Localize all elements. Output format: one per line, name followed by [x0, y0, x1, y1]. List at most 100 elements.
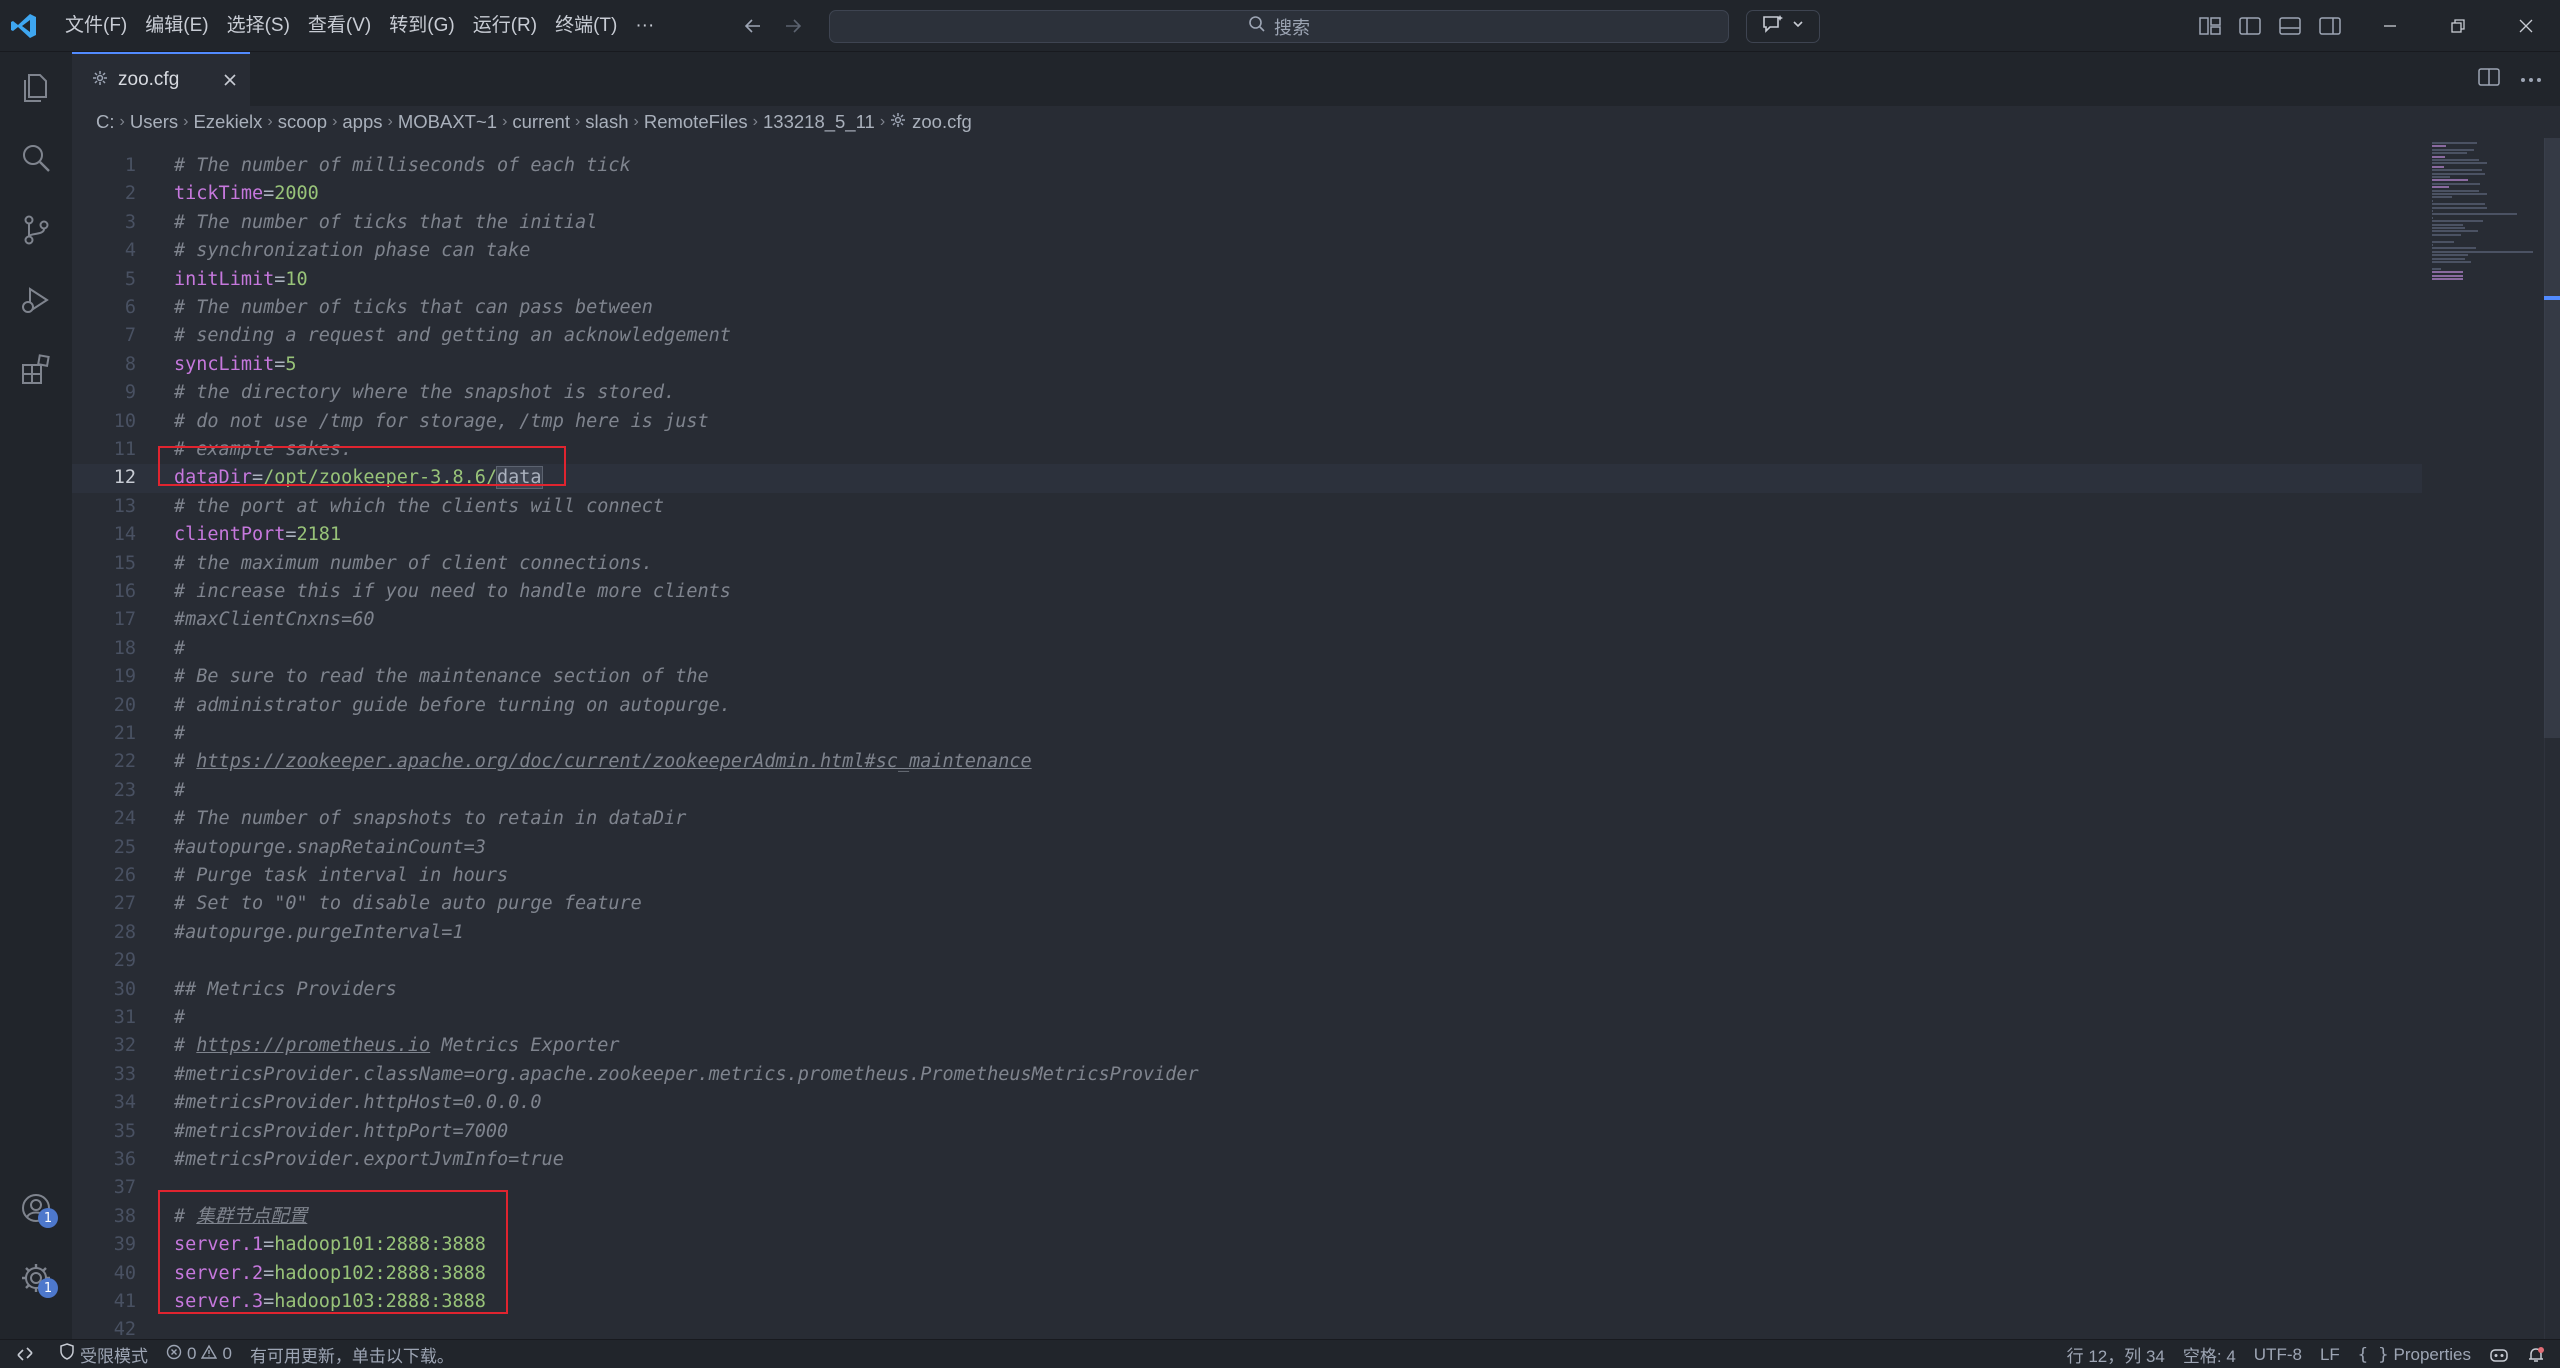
code-line[interactable]: 34 #metricsProvider.httpHost=0.0.0.0 — [72, 1089, 2422, 1117]
code-editor[interactable]: 1 # The number of milliseconds of each ti… — [72, 138, 2560, 1339]
menu-item-5[interactable]: 运行(R) — [464, 0, 546, 52]
breadcrumb-segment[interactable]: 133218_5_11 — [763, 111, 875, 133]
search-icon[interactable] — [14, 136, 58, 180]
code-line[interactable]: 19 # Be sure to read the maintenance sect… — [72, 663, 2422, 691]
breadcrumb-segment[interactable]: Users — [130, 111, 178, 133]
code-line[interactable]: 30 ## Metrics Providers — [72, 976, 2422, 1004]
back-arrow-icon[interactable] — [740, 12, 766, 40]
code-line[interactable]: 28 #autopurge.purgeInterval=1 — [72, 919, 2422, 947]
customize-layout-icon[interactable] — [2196, 12, 2224, 40]
code-line[interactable]: 33 #metricsProvider.className=org.apache.… — [72, 1061, 2422, 1089]
language-mode[interactable]: { } Properties — [2349, 1345, 2480, 1365]
breadcrumb-segment[interactable]: Ezekielx — [193, 111, 262, 133]
problems-button[interactable]: 0 0 — [157, 1344, 241, 1365]
code-line[interactable]: 31 # — [72, 1004, 2422, 1032]
code-token[interactable]: https://zookeeper.apache.org/doc/current… — [196, 751, 1031, 772]
copilot-chat-button[interactable] — [1746, 10, 1820, 43]
code-line[interactable]: 6 # The number of ticks that can pass bet… — [72, 294, 2422, 322]
breadcrumb-file[interactable]: zoo.cfg — [890, 111, 972, 133]
breadcrumb-segment[interactable]: slash — [585, 111, 628, 133]
menu-item-6[interactable]: 终端(T) — [546, 0, 626, 52]
menu-item-7[interactable]: ··· — [626, 0, 663, 52]
explorer-icon[interactable] — [14, 66, 58, 110]
split-editor-icon[interactable] — [2478, 67, 2500, 92]
line-number: 1 — [124, 155, 136, 176]
breadcrumb-segment[interactable]: apps — [342, 111, 382, 133]
source-control-icon[interactable] — [14, 208, 58, 252]
code-line[interactable]: 14 clientPort=2181 — [72, 521, 2422, 549]
extensions-icon[interactable] — [14, 348, 58, 392]
notifications-bell-icon[interactable] — [2518, 1346, 2554, 1364]
toggle-primary-sidebar-icon[interactable] — [2236, 12, 2264, 40]
code-line[interactable]: 23 # — [72, 777, 2422, 805]
minimap[interactable] — [2424, 138, 2544, 358]
line-number: 26 — [113, 865, 136, 886]
breadcrumb-segment[interactable]: current — [512, 111, 570, 133]
command-center-search[interactable]: 搜索 — [829, 10, 1729, 43]
minimize-icon[interactable] — [2356, 0, 2424, 52]
end-of-line[interactable]: LF — [2311, 1345, 2349, 1365]
update-message[interactable]: 有可用更新，单击以下载。 — [241, 1342, 463, 1367]
code-line[interactable]: 20 # administrator guide before turning o… — [72, 692, 2422, 720]
run-debug-icon[interactable] — [14, 278, 58, 322]
code-line[interactable]: 7 # sending a request and getting an ackn… — [72, 322, 2422, 350]
code-token: = — [274, 353, 286, 375]
code-line[interactable]: 29 — [72, 947, 2422, 975]
menu-item-0[interactable]: 文件(F) — [56, 0, 136, 52]
remote-indicator-icon[interactable] — [0, 1340, 50, 1368]
menu-item-1[interactable]: 编辑(E) — [136, 0, 217, 52]
code-line[interactable]: 22 # https://zookeeper.apache.org/doc/cur… — [72, 748, 2422, 776]
code-line[interactable]: 25 #autopurge.snapRetainCount=3 — [72, 834, 2422, 862]
toggle-panel-icon[interactable] — [2276, 12, 2304, 40]
code-line[interactable]: 1 # The number of milliseconds of each ti… — [72, 152, 2422, 180]
restore-icon[interactable] — [2424, 0, 2492, 52]
code-text: # Set to "0" to disable auto purge featu… — [174, 890, 642, 918]
code-line[interactable]: 24 # The number of snapshots to retain in… — [72, 805, 2422, 833]
tab-zoo-cfg[interactable]: zoo.cfg — [72, 52, 250, 106]
minimap-line — [2432, 220, 2483, 223]
code-line[interactable]: 35 #metricsProvider.httpPort=7000 — [72, 1118, 2422, 1146]
code-line[interactable]: 8 syncLimit=5 — [72, 351, 2422, 379]
code-token[interactable]: https://prometheus.io — [196, 1035, 430, 1056]
line-number: 28 — [113, 921, 136, 943]
code-line[interactable]: 5 initLimit=10 — [72, 266, 2422, 294]
accounts-icon[interactable]: 1 — [14, 1186, 58, 1230]
code-line[interactable]: 32 # https://prometheus.io Metrics Export… — [72, 1032, 2422, 1060]
code-line[interactable]: 10 # do not use /tmp for storage, /tmp he… — [72, 408, 2422, 436]
code-line[interactable]: 27 # Set to "0" to disable auto purge fea… — [72, 890, 2422, 918]
code-token: = — [274, 268, 286, 290]
code-line[interactable]: 26 # Purge task interval in hours — [72, 862, 2422, 890]
breadcrumb-segment[interactable]: MOBAXT~1 — [398, 111, 497, 133]
code-line[interactable]: 2 tickTime=2000 — [72, 180, 2422, 208]
tab-close-icon[interactable] — [218, 68, 242, 92]
menu-item-2[interactable]: 选择(S) — [218, 0, 299, 52]
menu-item-3[interactable]: 查看(V) — [299, 0, 380, 52]
code-line[interactable]: 17 #maxClientCnxns=60 — [72, 606, 2422, 634]
menu-item-4[interactable]: 转到(G) — [380, 0, 463, 52]
code-line[interactable]: 4 # synchronization phase can take — [72, 237, 2422, 265]
code-line[interactable]: 9 # the directory where the snapshot is s… — [72, 379, 2422, 407]
breadcrumb-segment[interactable]: RemoteFiles — [644, 111, 748, 133]
code-line[interactable]: 42 — [72, 1316, 2422, 1339]
code-line[interactable]: 15 # the maximum number of client connect… — [72, 550, 2422, 578]
restricted-mode-button[interactable]: 受限模式 — [50, 1342, 157, 1367]
chevron-right-icon: › — [574, 113, 581, 130]
close-icon[interactable] — [2492, 0, 2560, 52]
encoding[interactable]: UTF-8 — [2245, 1345, 2311, 1365]
code-line[interactable]: 18 # — [72, 635, 2422, 663]
code-line[interactable]: 36 #metricsProvider.exportJvmInfo=true — [72, 1146, 2422, 1174]
scrollbar-thumb[interactable] — [2544, 138, 2560, 738]
code-line[interactable]: 16 # increase this if you need to handle … — [72, 578, 2422, 606]
breadcrumb-segment[interactable]: scoop — [278, 111, 327, 133]
cursor-position[interactable]: 行 12，列 34 — [2058, 1342, 2174, 1367]
copilot-status-icon[interactable] — [2480, 1346, 2518, 1364]
toggle-secondary-sidebar-icon[interactable] — [2316, 12, 2344, 40]
indentation[interactable]: 空格: 4 — [2174, 1342, 2245, 1367]
more-actions-icon[interactable] — [2520, 70, 2542, 88]
settings-gear-icon[interactable]: 1 — [14, 1256, 58, 1300]
code-line[interactable]: 21 # — [72, 720, 2422, 748]
code-line[interactable]: 13 # the port at which the clients will c… — [72, 493, 2422, 521]
forward-arrow-icon[interactable] — [780, 12, 806, 40]
breadcrumb-segment[interactable]: C: — [96, 111, 115, 133]
code-line[interactable]: 3 # The number of ticks that the initial — [72, 209, 2422, 237]
